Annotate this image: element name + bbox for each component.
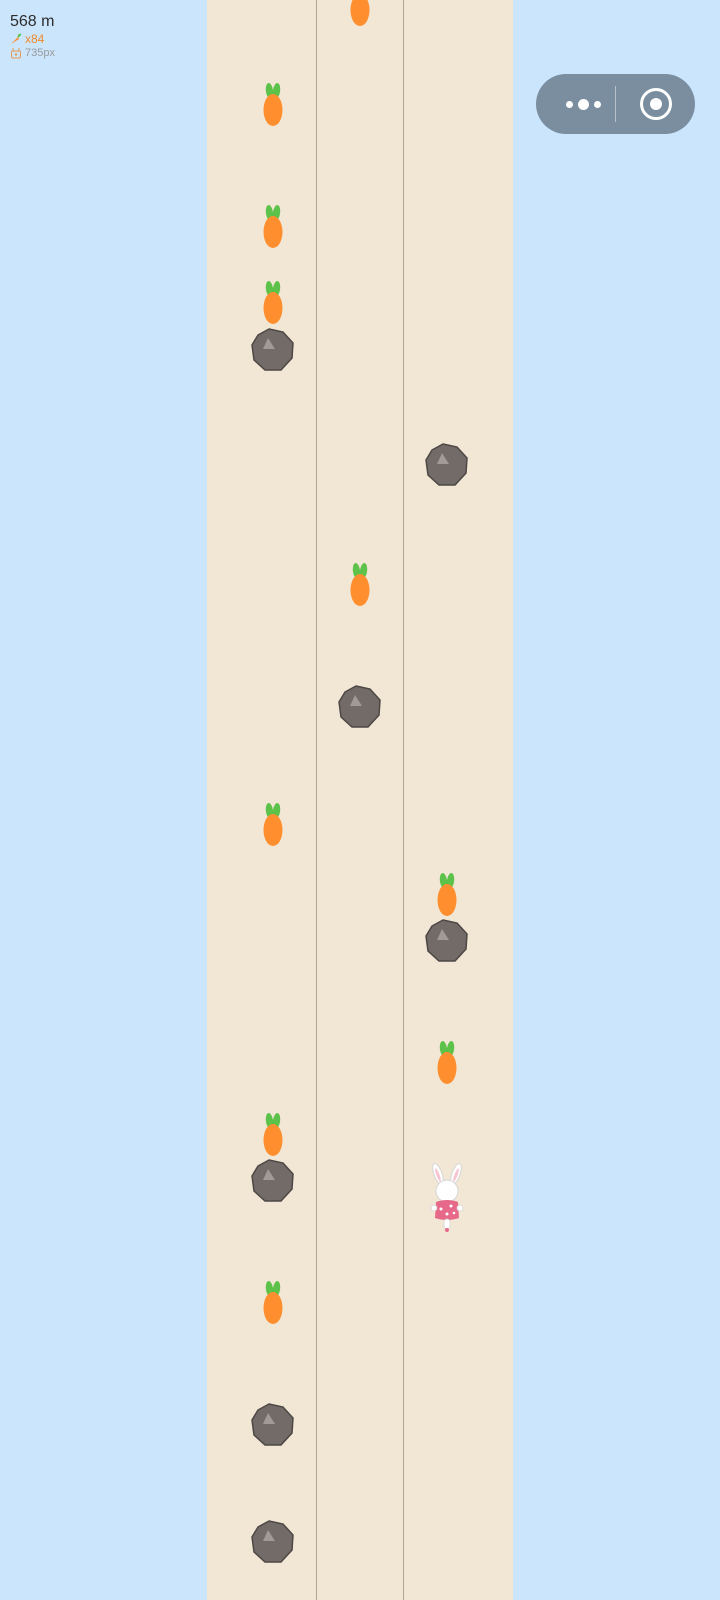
carrot-pickup bbox=[435, 872, 459, 918]
hud: 568 m x84 735px bbox=[10, 12, 55, 60]
lane-divider bbox=[316, 0, 317, 1600]
capsule-divider bbox=[615, 86, 616, 122]
bunny-player[interactable] bbox=[427, 1162, 467, 1234]
distance-counter: 568 m bbox=[10, 13, 55, 30]
carrot-pickup bbox=[261, 204, 285, 250]
carrot-pickup bbox=[261, 82, 285, 128]
carrot-count: x84 bbox=[25, 32, 45, 46]
carrot-pickup bbox=[261, 1280, 285, 1326]
mini-program-capsule bbox=[536, 74, 695, 134]
speed-value: 735px bbox=[25, 47, 55, 59]
carrot-pickup bbox=[261, 802, 285, 848]
rock-obstacle bbox=[424, 442, 470, 488]
carrot-counter: x84 bbox=[10, 32, 55, 46]
carrot-pickup bbox=[435, 1040, 459, 1086]
rock-obstacle bbox=[250, 327, 296, 373]
more-dot-right bbox=[594, 100, 601, 108]
carrot-pickup bbox=[348, 0, 372, 28]
target-close-icon bbox=[640, 88, 672, 120]
more-dot-center bbox=[578, 98, 589, 110]
speed-readout: 735px bbox=[10, 46, 55, 60]
rock-obstacle bbox=[250, 1158, 296, 1204]
carrot-pickup bbox=[261, 280, 285, 326]
lane-divider bbox=[403, 0, 404, 1600]
rock-obstacle bbox=[337, 684, 383, 730]
rock-obstacle bbox=[424, 918, 470, 964]
bunny-speed-icon bbox=[10, 47, 22, 59]
rock-obstacle bbox=[250, 1519, 296, 1565]
more-dots-icon bbox=[566, 100, 573, 108]
carrot-pickup bbox=[348, 562, 372, 608]
rock-obstacle bbox=[250, 1402, 296, 1448]
close-button[interactable] bbox=[639, 87, 673, 121]
road bbox=[207, 0, 513, 1600]
more-button[interactable] bbox=[556, 74, 611, 134]
carrot-pickup bbox=[261, 1112, 285, 1158]
carrot-icon bbox=[10, 33, 22, 45]
